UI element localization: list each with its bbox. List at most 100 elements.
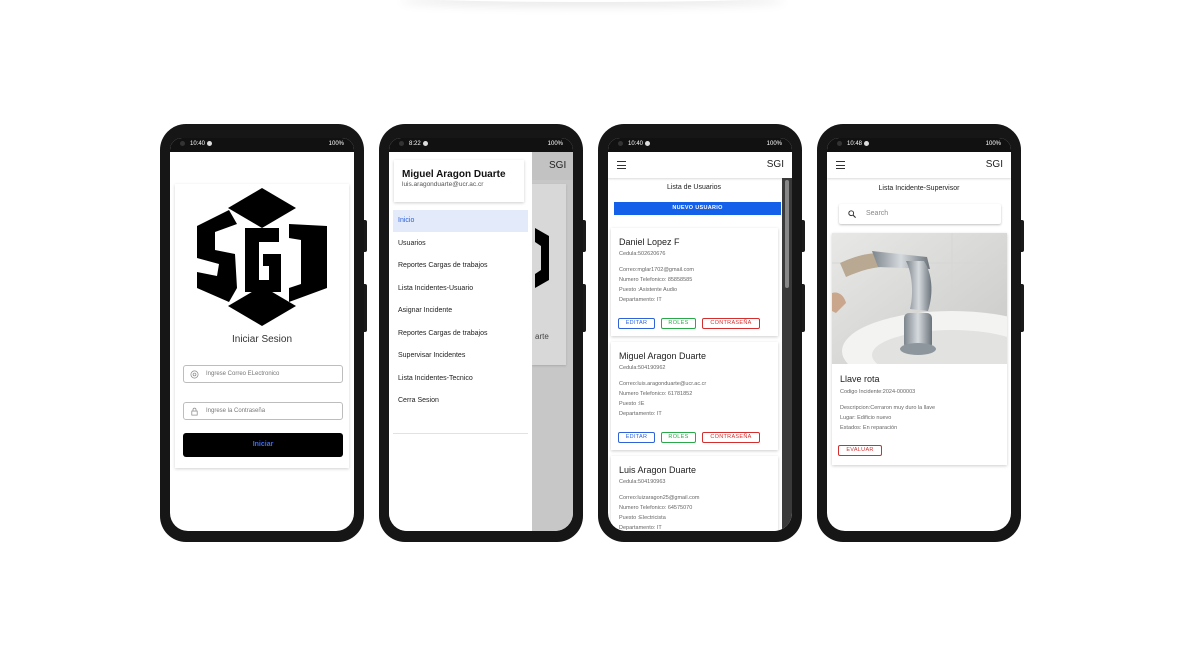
app-bar: SGI [608, 152, 792, 178]
user-card-position: Puesto :IE [619, 401, 645, 407]
status-time: 10:48 [847, 141, 863, 148]
login-card: Iniciar Sesion Ingrese Correo ELectronic… [175, 184, 349, 468]
volume-button [583, 220, 586, 252]
status-bar: 10:40 100% [170, 138, 354, 152]
incident-description: Descripcion:Cerraron muy duro la llave [840, 405, 936, 411]
navigation-drawer: Miguel Aragon Duarte luis.aragonduarte@u… [389, 152, 532, 531]
power-button [802, 284, 805, 332]
sgi-logo [189, 184, 335, 330]
phone-login: 10:40 100% Iniciar Sesion Ingrese Correo… [160, 124, 367, 542]
user-name: Miguel Aragon Duarte [402, 169, 506, 180]
drawer-item-supervisar[interactable]: Supervisar Incidentes [393, 345, 528, 367]
incident-state: Estados: En reparación [840, 425, 898, 431]
dimmed-text: arte [535, 332, 549, 341]
email-field[interactable]: Ingrese Correo ELectronico [183, 365, 343, 383]
drawer-item-reportes[interactable]: Reportes Cargas de trabajos [393, 255, 528, 277]
status-bar: 10:48 100% [827, 138, 1011, 152]
new-user-button[interactable]: NUEVO USUARIO [614, 202, 781, 215]
status-battery: 100% [328, 141, 344, 147]
decorative-shadow [400, 0, 785, 2]
at-icon [190, 370, 199, 379]
page-title: Lista Incidente-Supervisor [878, 185, 960, 192]
user-email: luis.aragonduarte@ucr.ac.cr [402, 181, 484, 188]
evaluate-button[interactable]: EVALUAR [838, 445, 882, 456]
password-placeholder: Ingrese la Contraseña [206, 408, 266, 414]
menu-icon[interactable] [617, 161, 626, 169]
search-placeholder: Search [866, 210, 889, 217]
user-card-phone: Numero Telefonico: 61781852 [619, 391, 693, 397]
user-card-cedula: Cedula:504190962 [619, 365, 666, 371]
drawer-item-asignar[interactable]: Asignar Incidente [393, 300, 528, 322]
roles-button[interactable]: ROLES [661, 432, 696, 443]
lock-icon [191, 407, 198, 416]
status-time: 10:40 [628, 141, 644, 148]
incident-code: Codigo Incidente:2024-000003 [840, 389, 916, 395]
screen-incidents: 10:48 100% SGI Lista Incidente-Superviso… [827, 138, 1011, 531]
showcase: 10:40 100% Iniciar Sesion Ingrese Correo… [0, 0, 1179, 664]
user-card-name: Luis Aragon Duarte [619, 465, 697, 475]
volume-button [802, 220, 805, 252]
status-time: 10:40 [190, 141, 206, 148]
menu-icon[interactable] [836, 161, 845, 169]
drawer-item-usuarios[interactable]: Usuarios [393, 233, 528, 255]
screen-login: 10:40 100% Iniciar Sesion Ingrese Correo… [170, 138, 354, 531]
drawer-item-incidentes-usuario[interactable]: Lista Incidentes-Usuario [393, 278, 528, 300]
camera-icon [618, 141, 623, 146]
roles-button[interactable]: ROLES [661, 318, 696, 329]
incident-card: Llave rota Codigo Incidente:2024-000003 … [832, 233, 1007, 465]
email-placeholder: Ingrese Correo ELectronico [206, 371, 280, 377]
user-card-phone: Numero Telefonico: 64575070 [619, 505, 693, 511]
drawer-divider [393, 433, 528, 434]
camera-icon [837, 141, 842, 146]
status-bar: 10:40 100% [608, 138, 792, 152]
password-field[interactable]: Ingrese la Contraseña [183, 402, 343, 420]
password-button[interactable]: CONTRASEÑA [702, 318, 760, 329]
status-time: 8:22 [409, 141, 421, 148]
drawer-item-inicio[interactable]: Inicio [393, 210, 528, 232]
notification-icon [864, 141, 870, 146]
user-card-email: Correo:luis.aragonduarte@ucr.ac.cr [619, 381, 707, 387]
screen-users: 10:40 100% SGI Lista de Usuarios NUEVO U… [608, 138, 792, 531]
page-title: Lista de Usuarios [666, 184, 722, 191]
status-bar: 8:22 100% [389, 138, 573, 152]
drawer-item-incidentes-tecnico[interactable]: Lista Incidentes-Tecnico [393, 368, 528, 390]
edit-button[interactable]: EDITAR [618, 432, 655, 443]
user-card: Miguel Aragon Duarte Cedula:504190962 Co… [611, 342, 778, 450]
notification-icon [422, 141, 428, 146]
status-battery: 100% [547, 141, 563, 147]
drawer-item-reportes-2[interactable]: Reportes Cargas de trabajos [393, 323, 528, 345]
phone-drawer: 8:22 100% SGI arte Miguel Aragon Duarte … [379, 124, 586, 542]
incident-place: Lugar: Edificio nuevo [840, 415, 892, 421]
notification-icon [645, 141, 651, 146]
drawer-header: Miguel Aragon Duarte luis.aragonduarte@u… [394, 160, 524, 202]
user-card-cedula: Cedula:502620676 [619, 251, 666, 257]
user-card: Daniel Lopez F Cedula:502620676 Correo:m… [611, 228, 778, 336]
user-card-email: Correo:mglar1702@gmail.com [619, 267, 694, 273]
user-card-name: Miguel Aragon Duarte [619, 351, 707, 361]
password-button[interactable]: CONTRASEÑA [702, 432, 760, 443]
power-button [583, 284, 586, 332]
incident-photo [832, 233, 1007, 364]
user-card-name: Daniel Lopez F [619, 237, 680, 247]
app-title: SGI [766, 159, 784, 170]
user-card-position: Puesto :Electricista [619, 515, 666, 521]
dimmed-app-title: SGI [549, 160, 567, 171]
search-icon [848, 210, 856, 218]
status-battery: 100% [985, 141, 1001, 147]
notification-icon [207, 141, 213, 146]
scrollbar-thumb[interactable] [785, 180, 789, 288]
edit-button[interactable]: EDITAR [618, 318, 655, 329]
search-input[interactable]: Search [839, 204, 1001, 224]
volume-button [1021, 220, 1024, 252]
login-button[interactable]: Iniciar [183, 433, 343, 457]
dimmed-logo-fragment [535, 228, 549, 288]
drawer-item-cerrar-sesion[interactable]: Cerra Sesion [393, 390, 528, 412]
scrollbar[interactable] [782, 178, 792, 531]
user-card-department: Departamento: IT [619, 297, 662, 303]
volume-button [364, 220, 367, 252]
power-button [364, 284, 367, 332]
user-card-position: Puesto :Asistente Audio [619, 287, 678, 293]
camera-icon [399, 141, 404, 146]
incident-title: Llave rota [840, 374, 880, 384]
user-card-cedula: Cedula:504190963 [619, 479, 666, 485]
